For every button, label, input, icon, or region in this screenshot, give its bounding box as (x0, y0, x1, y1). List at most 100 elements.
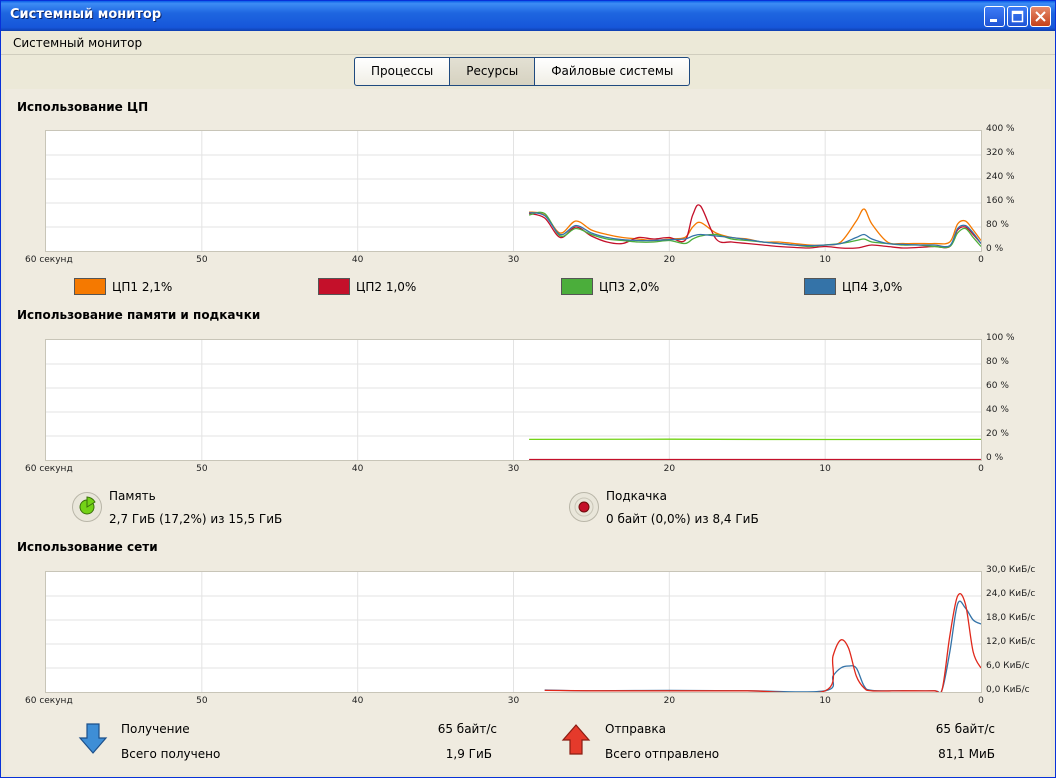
maximize-button[interactable] (1007, 6, 1028, 27)
cpu2-name: ЦП2 (356, 279, 382, 294)
system-monitor-window: Системный монитор Системный монитор Проц… (0, 0, 1056, 778)
network-chart-svg (46, 572, 981, 692)
cpu-y-tick: 0 % (986, 244, 1004, 254)
legend-cpu2[interactable]: ЦП2 1,0% (318, 278, 416, 295)
receive-arrow-icon (78, 723, 108, 754)
cpu-x-tick: 0 (978, 255, 984, 265)
network-section-title: Использование сети (17, 540, 158, 554)
swap-value: 0 байт (0,0%) из 8,4 ГиБ (606, 512, 759, 526)
cpu3-value: 2,0% (628, 279, 660, 294)
cpu2-color-swatch[interactable] (318, 278, 350, 295)
close-button[interactable] (1030, 6, 1051, 27)
cpu-chart-svg (46, 131, 981, 251)
memory-y-tick: 100 % (986, 333, 1015, 343)
send-arrow-icon (561, 724, 591, 755)
network-y-tick: 12,0 КиБ/с (986, 637, 1036, 647)
network-x-tick: 50 (196, 696, 208, 706)
memory-x-tick: 0 (978, 464, 984, 474)
network-y-tick: 18,0 КиБ/с (986, 613, 1036, 623)
network-y-tick: 24,0 КиБ/с (986, 589, 1036, 599)
tab-resources[interactable]: Ресурсы (450, 57, 536, 86)
menu-system-monitor[interactable]: Системный монитор (13, 36, 142, 50)
send-label: Отправка (605, 722, 666, 736)
memory-y-tick: 20 % (986, 429, 1009, 439)
cpu1-color-swatch[interactable] (74, 278, 106, 295)
cpu-graph (45, 130, 982, 252)
cpu4-value: 3,0% (871, 279, 903, 294)
cpu4-color-swatch[interactable] (804, 278, 836, 295)
memory-y-tick: 0 % (986, 453, 1004, 463)
send-line (544, 593, 981, 692)
cpu-x-tick: 40 (351, 255, 364, 265)
cpu-x-tick: 30 (507, 255, 520, 265)
tab-processes[interactable]: Процессы (354, 57, 451, 86)
receive-total-label: Всего получено (121, 747, 221, 761)
legend-cpu1[interactable]: ЦП1 2,1% (74, 278, 172, 295)
memory-x-tick: 10 (819, 464, 831, 474)
swap-label: Подкачка (606, 489, 667, 503)
menu-bar: Системный монитор (1, 31, 1055, 55)
cpu4-name: ЦП4 (842, 279, 868, 294)
memory-x-tick: 30 (507, 464, 520, 474)
cpu-x-tick: 50 (196, 255, 208, 265)
network-x-tick: 60 секунд (25, 696, 73, 706)
receive-label: Получение (121, 722, 190, 736)
title-bar[interactable]: Системный монитор (1, 1, 1055, 31)
memory-y-tick: 60 % (986, 381, 1009, 391)
cpu-y-tick: 160 % (986, 196, 1015, 206)
send-total: 81,1 МиБ (938, 747, 995, 761)
network-x-tick: 30 (507, 696, 520, 706)
memory-graph (45, 339, 982, 461)
cpu-y-tick: 400 % (986, 124, 1015, 134)
tab-filesystems[interactable]: Файловые системы (535, 57, 691, 86)
memory-y-tick: 80 % (986, 357, 1009, 367)
cpu-x-tick: 20 (663, 255, 676, 265)
cpu1-value: 2,1% (141, 279, 173, 294)
tab-bar: Процессы Ресурсы Файловые системы (354, 57, 691, 86)
receive-line (544, 600, 981, 692)
memory-chart-svg (46, 340, 981, 460)
memory-y-tick: 40 % (986, 405, 1009, 415)
cpu2-value: 1,0% (385, 279, 417, 294)
close-icon (1035, 11, 1046, 22)
swap-pie-icon[interactable] (569, 492, 599, 522)
memory-pie-svg (79, 496, 96, 515)
memory-pie-icon[interactable] (72, 492, 102, 522)
memory-label: Память (109, 489, 156, 503)
network-x-tick: 0 (978, 696, 984, 706)
memory-value: 2,7 ГиБ (17,2%) из 15,5 ГиБ (109, 512, 283, 526)
memory-x-tick: 20 (663, 464, 676, 474)
minimize-icon (990, 19, 997, 22)
swap-pie-svg (574, 497, 594, 517)
network-y-tick: 6,0 КиБ/с (986, 661, 1030, 671)
legend-cpu3[interactable]: ЦП3 2,0% (561, 278, 659, 295)
cpu-x-tick: 60 секунд (25, 255, 73, 265)
legend-cpu4[interactable]: ЦП4 3,0% (804, 278, 902, 295)
receive-total: 1,9 ГиБ (445, 747, 492, 761)
cpu1-name: ЦП1 (112, 279, 138, 294)
cpu3-name: ЦП3 (599, 279, 625, 294)
minimize-button[interactable] (984, 6, 1005, 27)
cpu-x-tick: 10 (819, 255, 831, 265)
cpu-section-title: Использование ЦП (17, 100, 149, 114)
resources-panel: Использование ЦП ЦП1 2,1% ЦП2 1,0% ЦП3 2… (5, 89, 1051, 775)
cpu-y-tick: 80 % (986, 220, 1009, 230)
window-title: Системный монитор (10, 7, 162, 22)
send-total-label: Всего отправлено (605, 747, 720, 761)
cpu3-line (528, 211, 981, 249)
memory-x-tick: 40 (351, 464, 364, 474)
network-x-tick: 40 (351, 696, 364, 706)
network-x-tick: 20 (663, 696, 676, 706)
memory-section-title: Использование памяти и подкачки (17, 308, 261, 322)
receive-rate: 65 байт/с (437, 722, 497, 736)
send-rate: 65 байт/с (935, 722, 995, 736)
memory-x-tick: 60 секунд (25, 464, 73, 474)
cpu3-color-swatch[interactable] (561, 278, 593, 295)
network-y-tick: 0,0 КиБ/с (986, 685, 1030, 695)
network-graph (45, 571, 982, 693)
network-y-tick: 30,0 КиБ/с (986, 565, 1036, 575)
cpu-y-tick: 240 % (986, 172, 1015, 182)
maximize-icon (1011, 10, 1024, 23)
cpu-y-tick: 320 % (986, 148, 1015, 158)
network-x-tick: 10 (819, 696, 831, 706)
